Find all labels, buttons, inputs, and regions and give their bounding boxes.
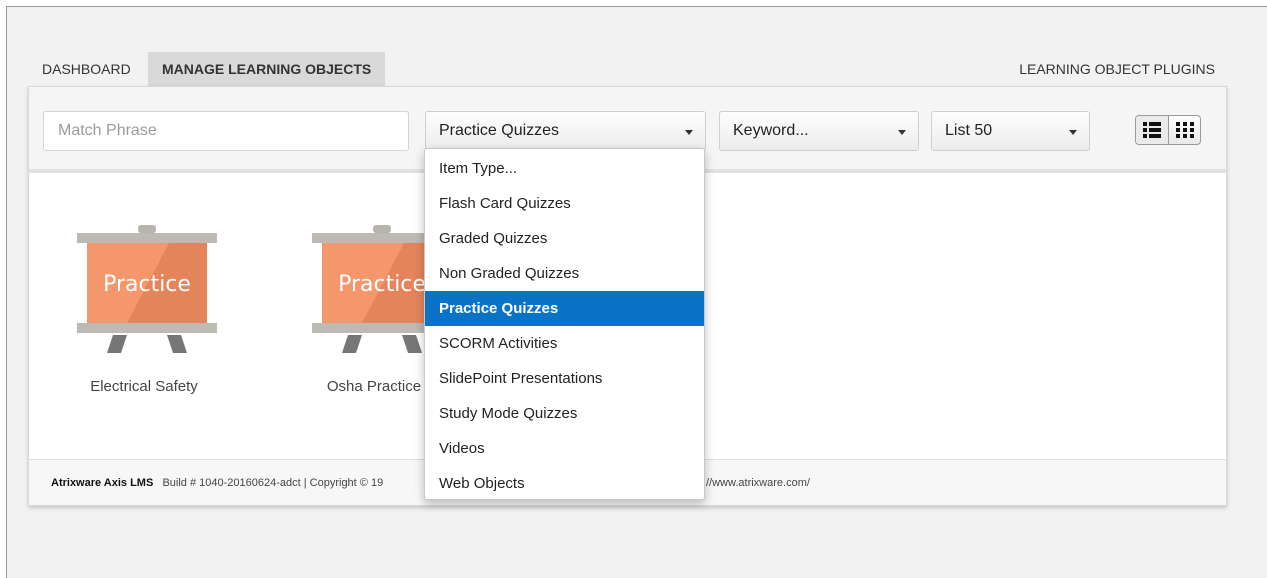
dropdown-option[interactable]: SCORM Activities — [425, 326, 704, 361]
keyword-select-value: Keyword... — [733, 122, 809, 139]
keyword-select[interactable]: Keyword... — [719, 111, 919, 151]
view-toggle — [1135, 115, 1201, 145]
chevron-down-icon — [898, 130, 906, 135]
grid-view-icon — [1176, 122, 1194, 138]
easel-label: Practice — [103, 272, 191, 297]
item-type-dropdown-menu: Item Type... Flash Card Quizzes Graded Q… — [424, 148, 705, 500]
dropdown-option-selected[interactable]: Practice Quizzes — [425, 291, 704, 326]
dropdown-option[interactable]: Web Objects — [425, 466, 704, 501]
list-view-button[interactable] — [1136, 116, 1169, 144]
list-count-select[interactable]: List 50 — [931, 111, 1090, 151]
item-type-select-value: Practice Quizzes — [439, 122, 560, 139]
chevron-down-icon — [685, 130, 693, 135]
list-view-icon — [1143, 122, 1161, 138]
dropdown-option[interactable]: Study Mode Quizzes — [425, 396, 704, 431]
dropdown-option[interactable]: Flash Card Quizzes — [425, 186, 704, 221]
item-type-select[interactable]: Practice Quizzes — [425, 111, 706, 151]
list-count-select-value: List 50 — [945, 122, 993, 139]
dropdown-option[interactable]: Graded Quizzes — [425, 221, 704, 256]
easel-label: Practice — [338, 272, 426, 297]
tab-dashboard[interactable]: DASHBOARD — [30, 52, 143, 86]
dropdown-option[interactable]: Item Type... — [425, 151, 704, 186]
grid-view-button[interactable] — [1169, 116, 1200, 144]
chevron-down-icon — [1069, 130, 1077, 135]
footer-brand: Atrixware Axis LMS — [51, 477, 154, 489]
footer-url[interactable]: //www.atrixware.com/ — [706, 460, 810, 505]
card-title[interactable]: Electrical Safety — [29, 378, 259, 395]
footer-build: Build # 1040-20160624-adct | Copyright ©… — [162, 477, 384, 489]
dropdown-option[interactable]: SlidePoint Presentations — [425, 361, 704, 396]
dropdown-option[interactable]: Videos — [425, 431, 704, 466]
dropdown-option[interactable]: Non Graded Quizzes — [425, 256, 704, 291]
match-phrase-input[interactable] — [43, 111, 409, 151]
tab-learning-object-plugins[interactable]: LEARNING OBJECT PLUGINS — [1007, 52, 1227, 86]
top-nav: DASHBOARD MANAGE LEARNING OBJECTS LEARNI… — [30, 52, 1227, 86]
practice-easel-icon: Practice — [77, 225, 217, 353]
tab-manage-learning-objects[interactable]: MANAGE LEARNING OBJECTS — [148, 52, 386, 86]
learning-object-card[interactable]: Practice Electrical Safety — [29, 225, 259, 415]
